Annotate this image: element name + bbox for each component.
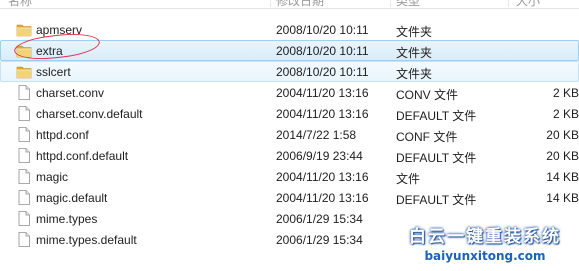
file-type: DEFAULT 文件	[396, 109, 477, 123]
file-row[interactable]: httpd.conf 2014/7/22 1:58 CONF 文件 20 KB	[0, 124, 579, 145]
file-row[interactable]: magic 2004/11/20 13:16 文件 14 KB	[0, 166, 579, 187]
file-explorer: 名称 修改日期 类型 大小 apmserv 2008/10/20 10:11 文件夹…	[0, 0, 579, 271]
column-divider[interactable]	[390, 0, 391, 7]
column-name-header[interactable]: 名称	[8, 0, 32, 9]
file-date: 2004/11/20 13:16	[276, 191, 369, 205]
file-date: 2006/9/19 23:44	[276, 149, 363, 163]
file-date: 2004/11/20 13:16	[276, 170, 369, 184]
column-divider[interactable]	[508, 0, 509, 7]
file-size: 14 KB	[546, 170, 579, 184]
file-name: magic.default	[36, 191, 108, 205]
file-row[interactable]: magic.default 2004/11/20 13:16 DEFAULT 文件 1…	[0, 187, 579, 208]
file-row[interactable]: charset.conv 2004/11/20 13:16 CONV 文件 2 KB	[0, 82, 579, 103]
file-name: charset.conv	[36, 86, 105, 100]
folder-icon	[16, 64, 32, 79]
file-type: 文件夹	[396, 25, 433, 39]
column-size-header[interactable]: 大小	[516, 0, 540, 9]
file-icon	[16, 106, 32, 121]
file-size: 20 KB	[546, 128, 579, 142]
file-icon	[16, 127, 32, 142]
file-date: 2004/11/20 13:16	[276, 107, 369, 121]
file-type: DEFAULT 文件	[396, 151, 477, 165]
file-size: 20 KB	[546, 149, 579, 163]
column-divider[interactable]	[270, 0, 271, 7]
column-date-header[interactable]: 修改日期	[276, 0, 324, 9]
folder-icon	[16, 43, 32, 58]
file-date: 2008/10/20 10:11	[276, 65, 369, 79]
file-name: httpd.conf	[36, 128, 89, 142]
folder-icon	[16, 22, 32, 37]
file-type: CONF 文件	[396, 130, 458, 144]
file-row[interactable]: charset.conv.default 2004/11/20 13:16 DEFA…	[0, 103, 579, 124]
column-type-header[interactable]: 类型	[396, 0, 420, 9]
file-date: 2014/7/22 1:58	[276, 128, 357, 142]
file-icon	[16, 232, 32, 247]
file-date: 2008/10/20 10:11	[276, 44, 369, 58]
file-size: 14 KB	[546, 191, 579, 205]
file-list: apmserv 2008/10/20 10:11 文件夹 extra 2008/10/2…	[0, 19, 579, 250]
file-type: 文件夹	[396, 67, 433, 81]
file-name: sslcert	[36, 65, 71, 79]
file-row[interactable]: sslcert 2008/10/20 10:11 文件夹	[0, 61, 579, 82]
file-name: httpd.conf.default	[36, 149, 129, 163]
file-type: CONV 文件	[396, 88, 459, 102]
file-name: mime.types	[36, 212, 98, 226]
file-date: 2004/11/20 13:16	[276, 86, 369, 100]
watermark-title: 白云一键重装系统	[409, 227, 561, 247]
file-name: mime.types.default	[36, 233, 137, 247]
file-date: 2006/1/29 15:34	[276, 233, 363, 247]
watermark-url: baiyunxitong.com	[424, 249, 546, 263]
file-size: 2 KB	[552, 107, 579, 121]
file-row[interactable]: httpd.conf.default 2006/9/19 23:44 DEFAULT…	[0, 145, 579, 166]
file-icon	[16, 169, 32, 184]
file-date: 2006/1/29 15:34	[276, 212, 363, 226]
watermark-logo: 白云一键重装系统 baiyunxitong.com	[397, 222, 573, 266]
file-icon	[16, 190, 32, 205]
file-name: charset.conv.default	[36, 107, 143, 121]
file-icon	[16, 85, 32, 100]
file-type: DEFAULT 文件	[396, 193, 477, 207]
file-name: extra	[36, 44, 63, 58]
file-row[interactable]: apmserv 2008/10/20 10:11 文件夹	[0, 19, 579, 40]
column-header: 名称 修改日期 类型 大小	[0, 0, 579, 9]
file-type: 文件	[396, 172, 421, 186]
file-name: magic	[36, 170, 69, 184]
file-icon	[16, 148, 32, 163]
file-name: apmserv	[36, 23, 83, 37]
file-type: 文件夹	[396, 46, 433, 60]
file-size: 2 KB	[552, 86, 579, 100]
file-row[interactable]: extra 2008/10/20 10:11 文件夹	[0, 40, 579, 61]
file-icon	[16, 211, 32, 226]
file-date: 2008/10/20 10:11	[276, 23, 369, 37]
